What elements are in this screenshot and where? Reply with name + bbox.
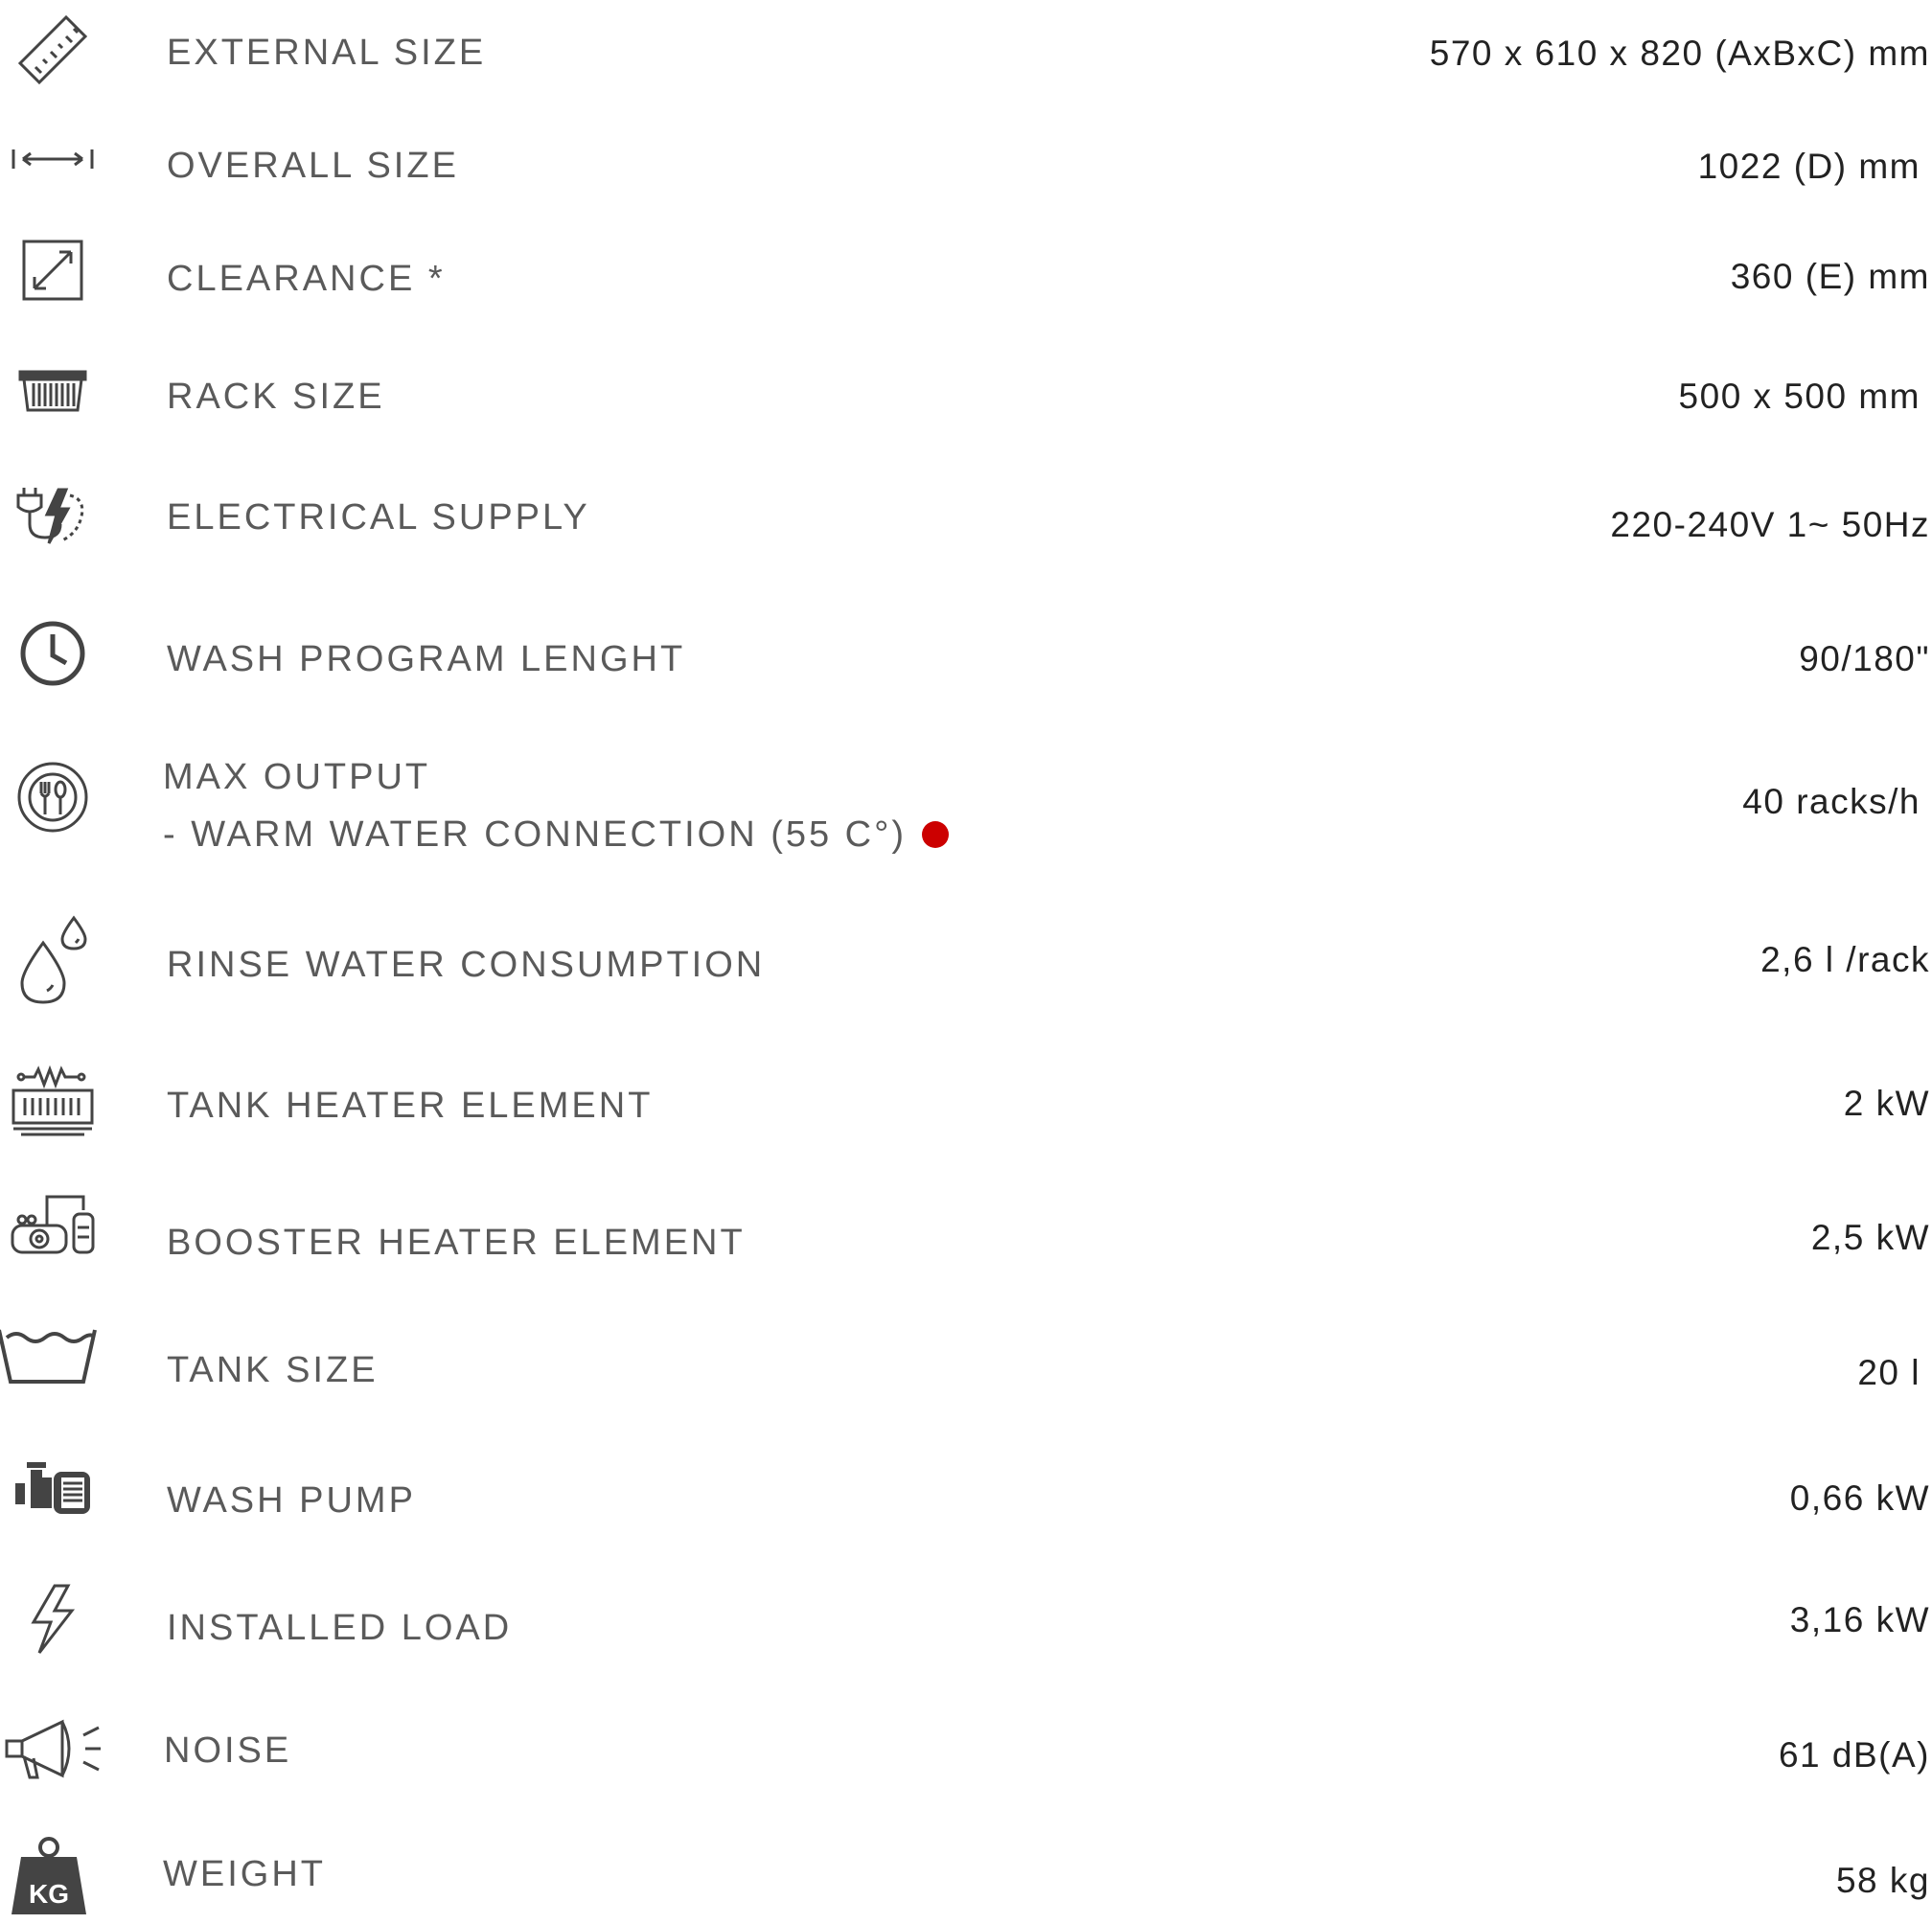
spec-value: 0,66 kW <box>1789 1478 1930 1518</box>
rack-basket-icon <box>0 343 105 439</box>
spec-label: WEIGHT <box>163 1854 326 1894</box>
spec-value: 20 l <box>1857 1353 1920 1392</box>
plug-lightning-icon <box>0 470 105 565</box>
spec-label: MAX OUTPUT - WARM WATER CONNECTION (55 C… <box>163 759 949 853</box>
ruler-icon <box>0 2 105 98</box>
spec-label: EXTERNAL SIZE <box>167 33 487 73</box>
clock-icon <box>0 606 105 701</box>
spec-label: INSTALLED LOAD <box>167 1608 513 1648</box>
water-drops-icon <box>0 912 105 1008</box>
spec-sublabel-text: - WARM WATER CONNECTION (55 C°) <box>163 814 907 855</box>
booster-heater-icon <box>0 1177 105 1272</box>
spec-value: 90/180" <box>1799 639 1930 678</box>
spec-label: WASH PROGRAM LENGHT <box>167 639 686 679</box>
spec-value: 1022 (D) mm <box>1697 147 1920 186</box>
spec-label: TANK SIZE <box>167 1350 379 1390</box>
lightning-bolt-icon <box>0 1571 105 1667</box>
diagonal-arrow-box-icon <box>0 222 105 318</box>
spec-label-main: MAX OUTPUT <box>163 757 431 797</box>
spec-value: 500 x 500 mm <box>1678 377 1920 416</box>
spec-value: 61 dB(A) <box>1778 1735 1930 1775</box>
spec-label: RINSE WATER CONSUMPTION <box>167 945 766 985</box>
spec-label: NOISE <box>164 1730 292 1771</box>
tank-water-icon <box>0 1307 100 1403</box>
spec-value: 2 kW <box>1843 1084 1930 1123</box>
pump-motor-icon <box>0 1441 105 1537</box>
spec-value: 220-240V 1~ 50Hz <box>1610 505 1930 544</box>
kg-weight-icon: KG <box>0 1828 100 1924</box>
red-indicator-dot <box>921 821 949 848</box>
spec-label: WASH PUMP <box>167 1480 416 1521</box>
spec-value: 2,5 kW <box>1810 1218 1930 1257</box>
megaphone-icon <box>0 1701 105 1797</box>
plate-cutlery-icon <box>0 749 105 845</box>
spec-label: BOOSTER HEATER ELEMENT <box>167 1223 746 1263</box>
spec-value: 40 racks/h <box>1742 782 1920 821</box>
heater-coil-icon <box>0 1054 105 1150</box>
spec-label: TANK HEATER ELEMENT <box>167 1086 654 1126</box>
spec-label: ELECTRICAL SUPPLY <box>167 497 590 538</box>
kg-weight-label: KG <box>29 1879 69 1909</box>
spec-value: 58 kg <box>1835 1861 1930 1900</box>
spec-label: CLEARANCE * <box>167 259 446 299</box>
spec-value: 360 (E) mm <box>1730 257 1930 296</box>
spec-value: 3,16 kW <box>1789 1600 1930 1639</box>
spec-label: OVERALL SIZE <box>167 146 459 186</box>
spec-label: RACK SIZE <box>167 377 385 417</box>
horizontal-arrow-icon <box>0 111 105 207</box>
spec-value: 570 x 610 x 820 (AxBxC) mm <box>1429 34 1930 73</box>
spec-sublabel: - WARM WATER CONNECTION (55 C°) <box>163 816 949 853</box>
spec-value: 2,6 l /rack <box>1760 940 1930 979</box>
